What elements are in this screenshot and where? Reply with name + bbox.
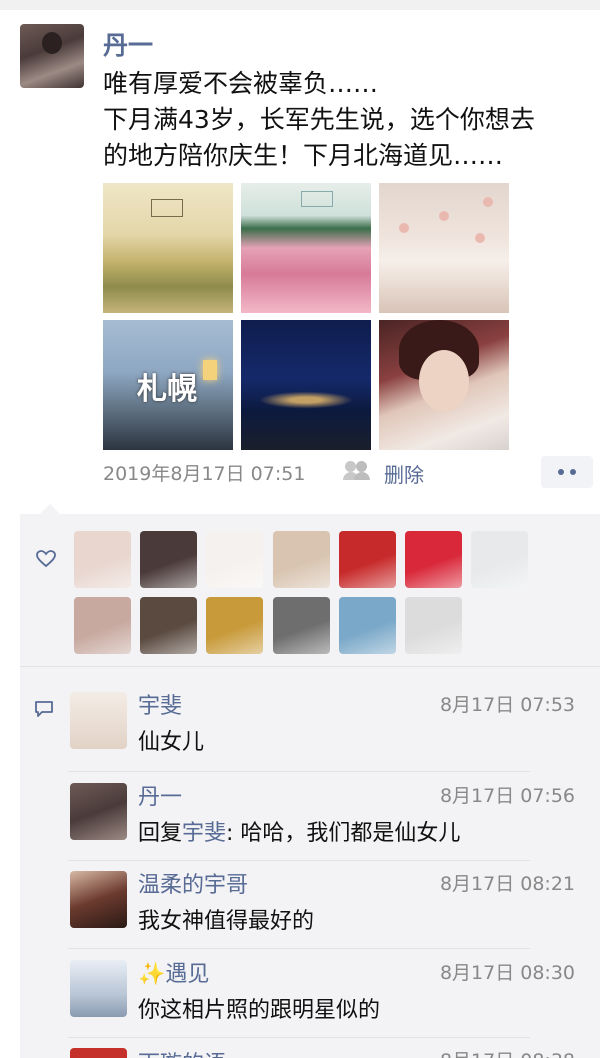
avatar[interactable] — [20, 24, 84, 88]
comment-author[interactable]: 温柔的宇哥 — [138, 867, 248, 899]
divider — [68, 771, 530, 772]
post-text-line: 下月满43岁，长军先生说，选个你想去 — [103, 105, 535, 134]
liker-avatar[interactable] — [140, 597, 198, 654]
top-bar — [0, 0, 600, 10]
liker-avatar[interactable] — [338, 597, 396, 654]
liker-avatar[interactable] — [471, 531, 529, 588]
liker-avatar[interactable] — [338, 531, 396, 588]
liker-avatar[interactable] — [272, 531, 330, 588]
comment-time: 8月17日 07:53 — [439, 694, 575, 716]
comment-author[interactable]: 宇斐 — [138, 688, 182, 720]
comment-time: 8月17日 08:30 — [439, 962, 575, 984]
avatar[interactable] — [70, 871, 127, 928]
avatar[interactable] — [70, 692, 127, 749]
comment-text: 仙女儿 — [138, 730, 205, 755]
comment-text: 我女神值得最好的 — [138, 909, 315, 934]
divider — [68, 948, 530, 949]
more-options-button[interactable] — [541, 456, 593, 488]
photo-field-landscape[interactable] — [103, 183, 233, 313]
avatar[interactable] — [70, 783, 127, 840]
liker-avatar[interactable] — [140, 531, 198, 588]
photo-portrait-woman[interactable] — [379, 320, 509, 450]
photo-cosmos-flowers[interactable] — [379, 183, 509, 313]
post-author-name[interactable]: 丹一 — [103, 26, 153, 62]
comment-item[interactable]: 宇斐 8月17日 07:53 仙女儿 — [70, 692, 600, 772]
photo-hakodate-night-view[interactable] — [241, 320, 371, 450]
heart-icon — [36, 550, 56, 568]
reply-prefix: 回复 — [138, 821, 183, 846]
liker-avatar[interactable] — [74, 531, 131, 588]
post-timestamp: 2019年8月17日 07:51 — [103, 463, 306, 485]
liker-avatar[interactable] — [206, 597, 264, 654]
post-text-line: 的地方陪你庆生！下月北海道见…… — [103, 141, 504, 170]
comment-item[interactable]: ✨遇见 8月17日 08:30 你这相片照的跟明星似的 — [70, 960, 600, 1040]
comment-icon — [35, 701, 53, 717]
reply-body: : 哈哈，我们都是仙女儿 — [226, 821, 461, 846]
divider — [68, 1037, 530, 1038]
comment-text: 回复宇斐: 哈哈，我们都是仙女儿 — [138, 815, 460, 847]
avatar[interactable] — [70, 960, 127, 1017]
liker-avatar[interactable] — [74, 597, 131, 654]
comment-time: 8月17日 08:38 — [440, 1048, 575, 1058]
comment-text: 你这相片照的跟明星似的 — [138, 998, 381, 1023]
post-text: 唯有厚爱不会被辜负…… 下月满43岁，长军先生说，选个你想去 的地方陪你庆生！下… — [103, 66, 583, 174]
photo-pink-flower-field[interactable] — [241, 183, 371, 313]
comment-time: 8月17日 07:56 — [439, 785, 575, 807]
liker-avatar[interactable] — [405, 531, 462, 588]
visibility-people-icon — [343, 461, 370, 480]
reply-to-name[interactable]: 宇斐 — [182, 821, 226, 846]
divider — [20, 666, 600, 667]
avatar[interactable] — [70, 1048, 127, 1058]
comment-author[interactable]: 丹一 — [138, 779, 182, 811]
liker-avatar[interactable] — [272, 597, 330, 654]
post-text-line: 唯有厚爱不会被辜负…… — [103, 69, 379, 98]
comment-item[interactable]: 温柔的宇哥 8月17日 08:21 我女神值得最好的 — [70, 871, 600, 951]
liker-avatar[interactable] — [206, 531, 264, 588]
liker-avatar[interactable] — [405, 597, 462, 654]
comment-item[interactable]: 雨璇的语 8月17日 08:38 — [70, 1048, 600, 1058]
photo-label: 札幌 — [137, 372, 197, 407]
delete-link[interactable]: 删除 — [384, 459, 424, 488]
comment-author[interactable]: ✨遇见 — [138, 956, 209, 988]
divider — [68, 860, 530, 861]
comment-item[interactable]: 丹一 8月17日 07:56 回复宇斐: 哈哈，我们都是仙女儿 — [70, 783, 600, 863]
comment-author[interactable]: 雨璇的语 — [138, 1048, 226, 1058]
photo-sapporo-snow[interactable]: 札幌 — [103, 320, 233, 450]
comment-time: 8月17日 08:21 — [439, 873, 575, 895]
